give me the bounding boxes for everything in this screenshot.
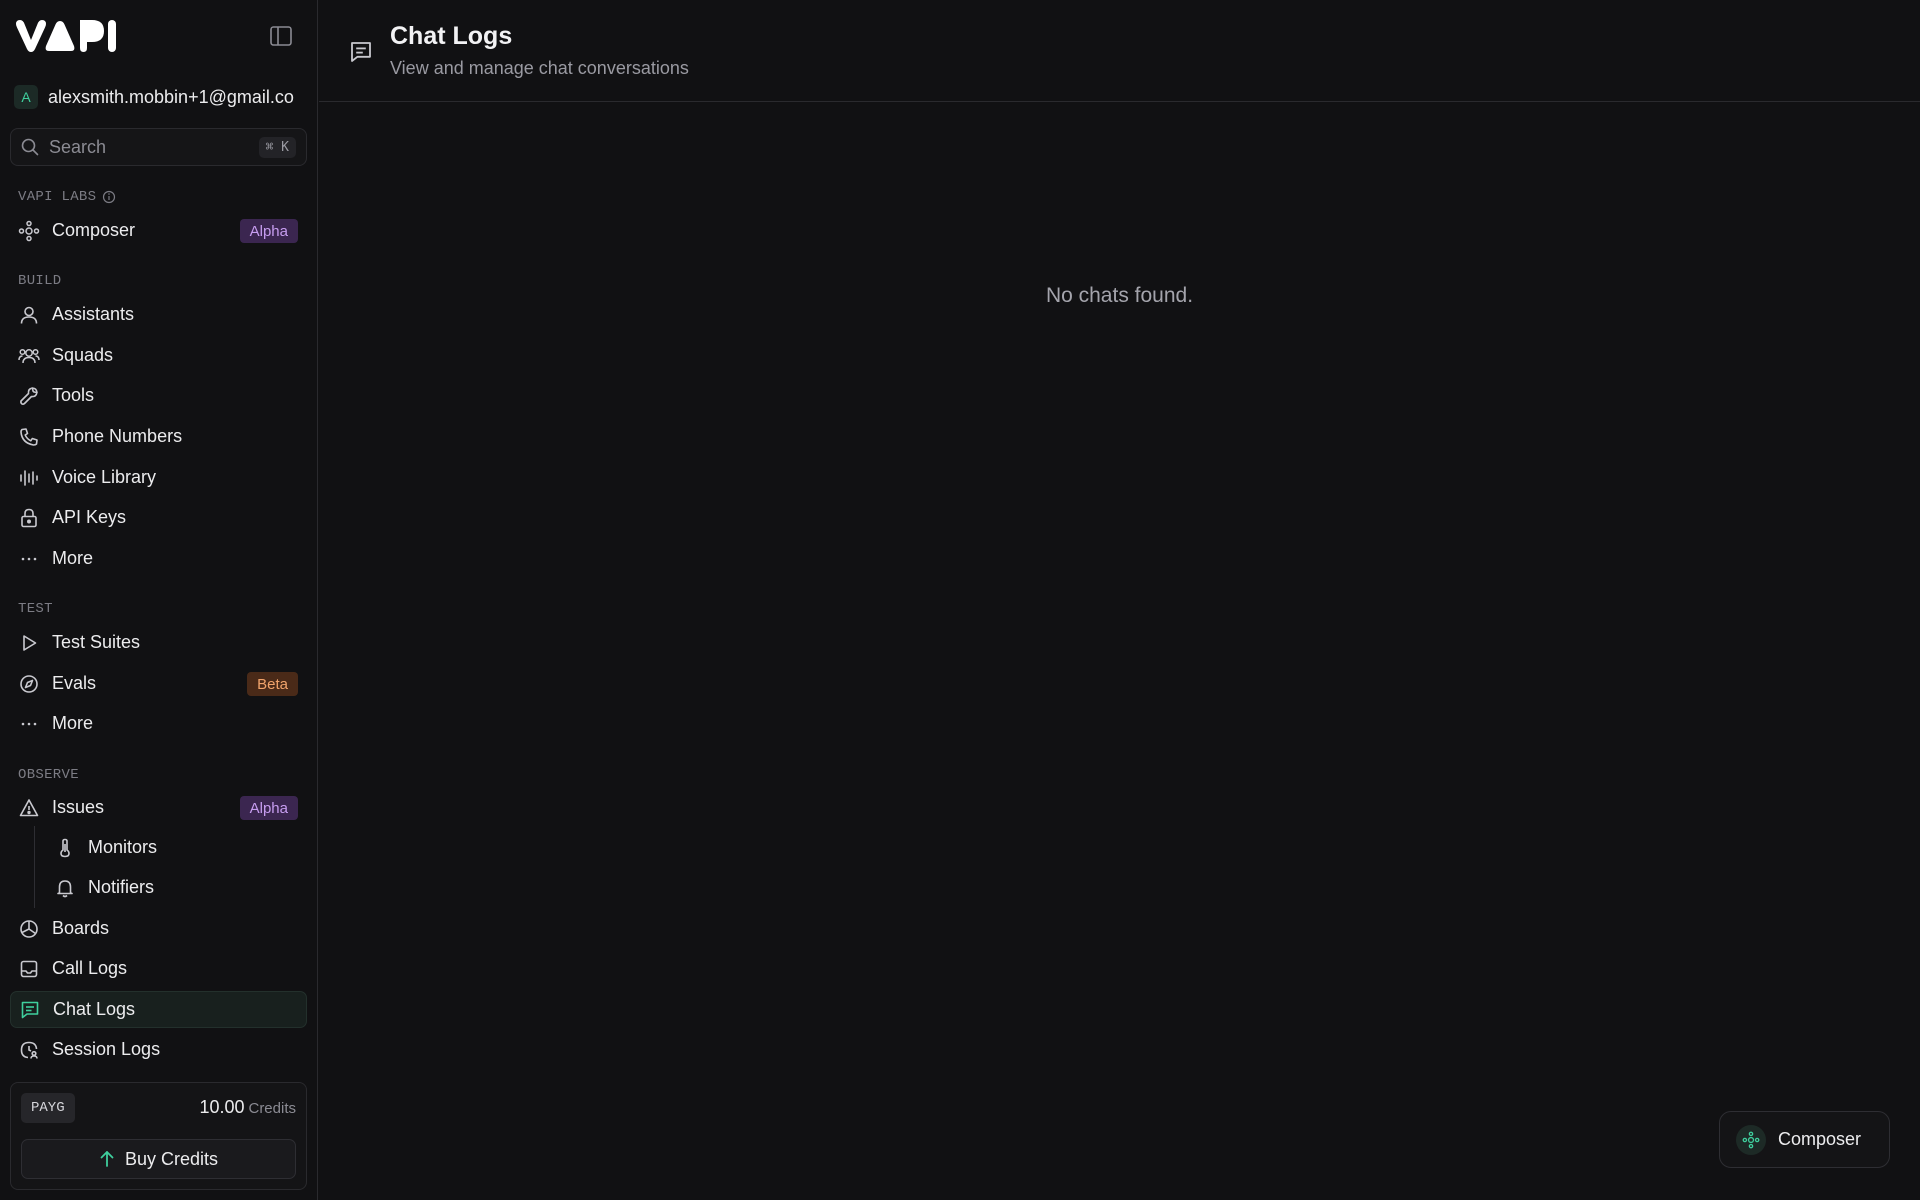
tree-connector bbox=[34, 826, 35, 908]
sidebar-item-label: API Keys bbox=[52, 507, 127, 527]
section-label-test: TEST bbox=[18, 601, 53, 617]
play-icon bbox=[18, 632, 40, 654]
user-icon bbox=[18, 304, 40, 326]
section-label-text: VAPI LABS bbox=[18, 189, 97, 205]
clock-user-icon bbox=[18, 1039, 40, 1061]
search-icon bbox=[21, 138, 39, 156]
sidebar-item-tools[interactable]: Tools bbox=[10, 377, 307, 414]
info-icon[interactable] bbox=[102, 190, 116, 204]
page-header: Chat Logs View and manage chat conversat… bbox=[319, 0, 1920, 102]
sidebar-item-label: More bbox=[52, 548, 94, 568]
beta-badge: Beta bbox=[247, 672, 298, 696]
credits-card: PAYG 10.00 Credits Buy Credits bbox=[10, 1082, 307, 1190]
sidebar-item-label: Notifiers bbox=[88, 877, 155, 897]
pie-chart-icon bbox=[18, 918, 40, 940]
account-avatar: A bbox=[14, 85, 38, 109]
credits-unit: Credits bbox=[248, 1100, 296, 1117]
sidebar-item-label: Phone Numbers bbox=[52, 426, 183, 446]
sidebar-item-assistants[interactable]: Assistants bbox=[10, 296, 307, 333]
message-square-icon bbox=[351, 42, 371, 62]
sidebar-item-label: More bbox=[52, 713, 94, 733]
sidebar-toggle-button[interactable] bbox=[266, 22, 296, 50]
section-label-build: BUILD bbox=[18, 273, 62, 289]
composer-button-label: Composer bbox=[1778, 1129, 1862, 1149]
credits-amount: 10.00 bbox=[199, 1097, 245, 1117]
sidebar-item-label: Issues bbox=[52, 797, 105, 817]
search-placeholder: Search bbox=[49, 136, 107, 157]
phone-icon bbox=[18, 426, 40, 448]
sidebar-item-call-logs[interactable]: Call Logs bbox=[10, 950, 307, 987]
ellipsis-icon bbox=[18, 548, 40, 570]
sidebar-item-issues[interactable]: Issues Alpha bbox=[10, 789, 307, 826]
thermometer-icon bbox=[54, 837, 76, 859]
sidebar-item-evals[interactable]: Evals Beta bbox=[10, 665, 307, 702]
sidebar-item-composer[interactable]: Composer Alpha bbox=[10, 212, 307, 249]
search-input[interactable]: Search ⌘ K bbox=[10, 128, 307, 166]
section-label-observe: OBSERVE bbox=[18, 767, 79, 783]
account-email: alexsmith.mobbin+1@gmail.co bbox=[48, 86, 294, 107]
warning-icon bbox=[18, 797, 40, 819]
app-window: A alexsmith.mobbin+1@gmail.co Search ⌘ K… bbox=[0, 0, 1920, 1200]
section-label-vapi-labs: VAPI LABS bbox=[18, 189, 116, 205]
alpha-badge: Alpha bbox=[239, 219, 298, 243]
sidebar-item-test-more[interactable]: More bbox=[10, 705, 307, 742]
sidebar-item-label: Session Logs bbox=[52, 1039, 161, 1059]
empty-state-message: No chats found. bbox=[1045, 284, 1194, 307]
users-icon bbox=[18, 345, 40, 367]
bell-icon bbox=[54, 877, 76, 899]
vapi-logo[interactable] bbox=[14, 18, 124, 54]
buy-credits-label: Buy Credits bbox=[124, 1148, 219, 1169]
sidebar-item-squads[interactable]: Squads bbox=[10, 337, 307, 374]
credits-balance: 10.00 Credits bbox=[199, 1097, 296, 1118]
sidebar-item-voice-library[interactable]: Voice Library bbox=[10, 459, 307, 496]
search-shortcut: ⌘ K bbox=[258, 136, 296, 158]
sidebar-item-session-logs[interactable]: Session Logs bbox=[10, 1031, 307, 1068]
lock-icon bbox=[18, 507, 40, 529]
sidebar-item-label: Boards bbox=[52, 918, 110, 938]
sidebar-panel-icon bbox=[270, 26, 292, 46]
page-subtitle: View and manage chat conversations bbox=[390, 58, 689, 78]
composer-icon bbox=[18, 220, 40, 242]
account-switcher[interactable]: A alexsmith.mobbin+1@gmail.co bbox=[14, 82, 314, 112]
sidebar-item-test-suites[interactable]: Test Suites bbox=[10, 624, 307, 661]
sidebar-item-boards[interactable]: Boards bbox=[10, 910, 307, 947]
sidebar-item-label: Monitors bbox=[88, 837, 158, 857]
message-square-icon bbox=[19, 999, 41, 1021]
sidebar-item-label: Composer bbox=[52, 220, 136, 240]
buy-credits-button[interactable]: Buy Credits bbox=[21, 1139, 296, 1179]
sidebar-item-monitors[interactable]: Monitors bbox=[46, 829, 307, 866]
sidebar: A alexsmith.mobbin+1@gmail.co Search ⌘ K… bbox=[0, 0, 318, 1200]
composer-icon bbox=[1736, 1124, 1766, 1155]
composer-button[interactable]: Composer bbox=[1719, 1111, 1890, 1168]
main-content: Chat Logs View and manage chat conversat… bbox=[319, 0, 1920, 1200]
sidebar-item-notifiers[interactable]: Notifiers bbox=[46, 869, 307, 906]
wrench-icon bbox=[18, 385, 40, 407]
sidebar-item-label: Squads bbox=[52, 345, 114, 365]
ellipsis-icon bbox=[18, 713, 40, 735]
sidebar-item-label: Chat Logs bbox=[53, 999, 136, 1019]
sidebar-item-api-keys[interactable]: API Keys bbox=[10, 499, 307, 536]
sidebar-item-chat-logs[interactable]: Chat Logs bbox=[10, 991, 307, 1028]
sidebar-item-label: Call Logs bbox=[52, 958, 128, 978]
sidebar-item-label: Tools bbox=[52, 385, 95, 405]
sidebar-item-build-more[interactable]: More bbox=[10, 540, 307, 577]
sidebar-item-label: Evals bbox=[52, 673, 97, 693]
inbox-icon bbox=[18, 958, 40, 980]
sidebar-item-phone-numbers[interactable]: Phone Numbers bbox=[10, 418, 307, 455]
plan-badge: PAYG bbox=[21, 1093, 75, 1123]
arrow-up-icon bbox=[100, 1151, 114, 1167]
sidebar-item-label: Voice Library bbox=[52, 467, 157, 487]
audio-wave-icon bbox=[18, 467, 40, 489]
sidebar-item-label: Test Suites bbox=[52, 632, 141, 652]
sidebar-item-label: Assistants bbox=[52, 304, 135, 324]
compass-icon bbox=[18, 673, 40, 695]
alpha-badge: Alpha bbox=[239, 796, 298, 820]
page-title: Chat Logs bbox=[390, 22, 513, 50]
